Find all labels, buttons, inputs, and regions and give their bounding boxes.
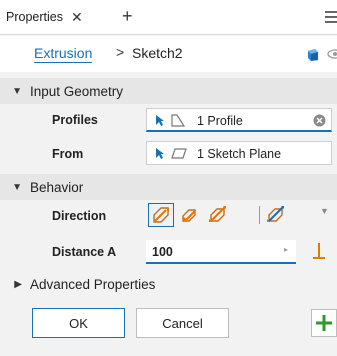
- ok-button[interactable]: OK: [32, 308, 125, 338]
- section-title: Behavior: [30, 179, 84, 195]
- menu-icon[interactable]: [325, 11, 337, 26]
- from-label: From: [52, 147, 84, 161]
- direction-flipped-button[interactable]: [177, 203, 203, 227]
- direction-symmetric-icon: [209, 206, 226, 222]
- direction-symmetric-button[interactable]: [206, 203, 232, 227]
- direction-label: Direction: [52, 209, 107, 223]
- profiles-label: Profiles: [52, 113, 98, 127]
- direction-dropdown-icon[interactable]: ▼: [320, 206, 329, 216]
- direction-asymmetric-icon: [267, 206, 284, 222]
- distance-a-label: Distance A: [52, 245, 117, 259]
- breadcrumb-separator: >: [116, 44, 125, 60]
- direction-default-icon: [153, 207, 169, 223]
- eye-icon[interactable]: [327, 48, 337, 60]
- breadcrumb: Extrusion > Sketch2: [0, 36, 337, 72]
- cancel-button[interactable]: Cancel: [136, 308, 229, 338]
- clear-selection-icon[interactable]: [313, 114, 326, 127]
- breadcrumb-feature-link[interactable]: Extrusion: [34, 45, 93, 63]
- direction-default-button[interactable]: [148, 203, 174, 227]
- add-tab-icon[interactable]: +: [122, 6, 133, 27]
- section-input-geometry[interactable]: ▼ Input Geometry: [0, 78, 337, 104]
- profiles-select-field[interactable]: 1 Profile: [146, 108, 332, 132]
- cube-icon[interactable]: [305, 48, 319, 62]
- direction-flipped-icon: [182, 209, 196, 222]
- spinner-arrow-icon[interactable]: ▸: [284, 245, 288, 254]
- section-advanced-properties[interactable]: ▶ Advanced Properties: [0, 271, 337, 297]
- breadcrumb-current: Sketch2: [132, 45, 183, 61]
- apply-plus-button[interactable]: [311, 309, 337, 337]
- expand-triangle-icon: ▼: [12, 85, 22, 97]
- section-title: Input Geometry: [30, 83, 124, 99]
- profiles-value: 1 Profile: [197, 114, 243, 128]
- measure-icon[interactable]: [312, 242, 326, 262]
- close-icon[interactable]: ✕: [71, 9, 83, 26]
- properties-panel: Properties ✕ + Extrusion > Sketch2 ▼ Inp…: [0, 0, 337, 356]
- title-bar: Properties ✕ +: [0, 0, 337, 35]
- from-select-field[interactable]: 1 Sketch Plane: [146, 141, 332, 165]
- select-arrow-icon: [156, 148, 164, 159]
- section-behavior[interactable]: ▼ Behavior: [0, 174, 337, 200]
- distance-a-value: 100: [152, 245, 173, 259]
- select-arrow-icon: [156, 115, 164, 126]
- from-value: 1 Sketch Plane: [197, 147, 282, 161]
- direction-separator: [259, 206, 260, 224]
- tab-properties[interactable]: Properties ✕: [0, 0, 83, 34]
- tab-label: Properties: [6, 10, 63, 24]
- direction-asymmetric-button[interactable]: [264, 203, 290, 227]
- collapse-triangle-icon: ▶: [14, 278, 22, 290]
- plus-icon: [316, 315, 332, 331]
- sketch-plane-icon: [171, 148, 187, 159]
- distance-a-input[interactable]: 100 ▸: [146, 240, 296, 264]
- section-title: Advanced Properties: [30, 276, 156, 292]
- profile-icon: [171, 114, 185, 127]
- expand-triangle-icon: ▼: [12, 181, 22, 193]
